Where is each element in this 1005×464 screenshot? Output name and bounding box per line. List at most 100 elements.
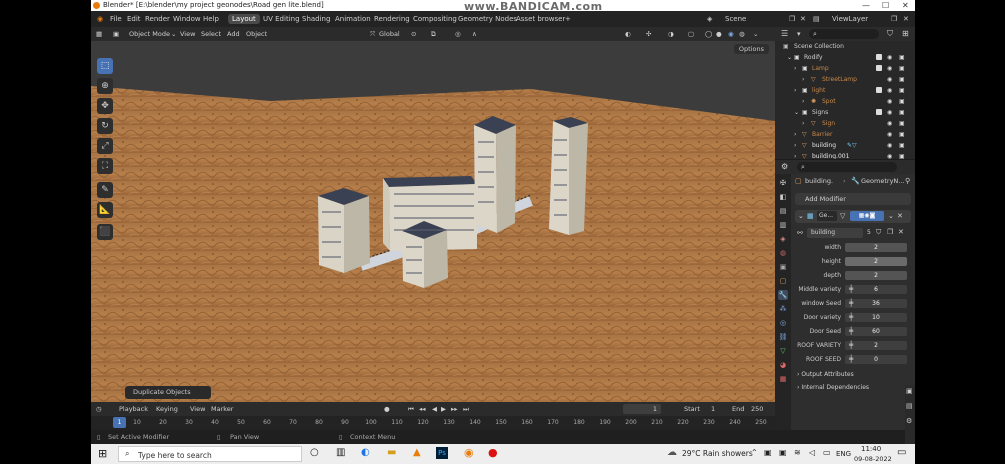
tray-app-icon[interactable]: ▣ — [764, 448, 772, 457]
scene-selector[interactable]: Scene — [725, 15, 746, 23]
prev-key-icon[interactable]: ◂◂ — [419, 405, 426, 413]
chevron-down-icon[interactable]: ⌄ — [787, 52, 792, 63]
menu-object[interactable]: Object — [246, 30, 267, 38]
next-key-icon[interactable]: ▸▸ — [451, 405, 458, 413]
jump-end-icon[interactable]: ⏭ — [463, 405, 469, 414]
prop-value-field[interactable]: 2 — [845, 257, 907, 266]
move-tool-icon[interactable]: ✥ — [97, 98, 113, 114]
options-button[interactable]: Options — [733, 44, 769, 54]
add-cube-tool-icon[interactable]: ⬛ — [97, 224, 113, 240]
transform-orientation-dropdown[interactable]: Global — [379, 30, 400, 38]
eye-icon[interactable]: ◉ — [887, 96, 892, 107]
falloff-icon[interactable]: ∧ — [472, 30, 477, 38]
prop-value-field[interactable]: 0 — [845, 355, 907, 364]
battery-icon[interactable]: ▭ — [823, 448, 831, 457]
camera-icon[interactable]: ▣ — [899, 85, 905, 96]
wireframe-shading-icon[interactable]: ◯ — [705, 30, 712, 38]
add-workspace-button[interactable]: + — [565, 15, 571, 23]
node-group-field[interactable]: building — [807, 228, 863, 238]
solid-shading-icon[interactable]: ● — [716, 30, 722, 38]
pivot-icon[interactable]: ⊙ — [411, 30, 416, 38]
include-checkbox[interactable] — [876, 109, 882, 115]
copy-scene-icon[interactable]: ❐ — [789, 15, 795, 23]
data-tab-icon[interactable]: ▽ — [778, 346, 788, 356]
visibility-icon[interactable]: ◐ — [625, 30, 631, 38]
new-collection-icon[interactable]: ⊞ — [902, 29, 909, 38]
wifi-icon[interactable]: ≋ — [794, 448, 801, 457]
material-shading-icon[interactable]: ◉ — [728, 30, 734, 38]
menu-view[interactable]: View — [180, 30, 195, 38]
play-icon[interactable]: ▶ — [441, 405, 446, 413]
menu-select[interactable]: Select — [201, 30, 221, 38]
overlay-icon[interactable]: ◑ — [668, 30, 674, 38]
current-frame-field[interactable]: 1 — [623, 404, 661, 414]
chevron-right-icon[interactable]: › — [802, 96, 804, 107]
outliner-row[interactable]: › ▽ Sign ◉ ▣ — [775, 118, 915, 129]
modifier-name-field[interactable]: Ge... — [817, 211, 837, 221]
volume-icon[interactable]: ◁ — [809, 448, 815, 457]
outliner-row[interactable]: ▣ Scene Collection — [775, 41, 915, 52]
delete-scene-icon[interactable]: ✕ — [800, 15, 806, 23]
editor-type-icon[interactable]: ▦ — [96, 30, 102, 38]
tab-geometry-nodes[interactable]: Geometry Nodes — [458, 15, 517, 23]
include-checkbox[interactable] — [876, 65, 882, 71]
cursor-tool-icon[interactable]: ⊕ — [97, 78, 113, 94]
measure-tool-icon[interactable]: 📐 — [97, 202, 113, 218]
properties-editor-icon[interactable]: ⚙ — [781, 162, 788, 171]
eye-icon[interactable]: ◉ — [887, 129, 892, 140]
task-view-icon[interactable]: ○ — [310, 447, 319, 458]
camera-icon[interactable]: ▣ — [899, 52, 905, 63]
tab-rendering[interactable]: Rendering — [374, 15, 410, 23]
menu-marker[interactable]: Marker — [211, 405, 233, 413]
prop-value-field[interactable]: 10 — [845, 313, 907, 322]
outliner-row[interactable]: › ▽ building.001 ◉ ▣ — [775, 151, 915, 159]
copy-viewlayer-icon[interactable]: ❐ — [891, 15, 897, 23]
edit-mode-icon[interactable]: ▽ — [840, 212, 845, 220]
world-tab-icon[interactable]: ◍ — [778, 248, 788, 258]
prop-value-field[interactable]: 36 — [845, 299, 907, 308]
tab-shading[interactable]: Shading — [302, 15, 330, 23]
chevron-down-icon[interactable]: ⌄ — [794, 107, 799, 118]
filter-icon[interactable]: ⛉ — [887, 29, 893, 39]
eye-icon[interactable]: ◉ — [887, 63, 892, 74]
maximize-icon[interactable]: ☐ — [882, 0, 889, 11]
menu-playback[interactable]: Playback — [119, 405, 148, 413]
mode-dropdown[interactable]: Object Mode — [129, 30, 170, 38]
material-tab-icon[interactable]: ◕ — [778, 360, 788, 370]
pin-icon[interactable]: ⚲ — [905, 177, 910, 185]
menu-keying[interactable]: Keying — [156, 405, 178, 413]
play-reverse-icon[interactable]: ◀ — [432, 405, 437, 413]
add-modifier-dropdown[interactable]: Add Modifier — [795, 193, 911, 205]
menu-render[interactable]: Render — [145, 15, 170, 23]
gear-icon[interactable]: ⚙ — [906, 417, 912, 425]
tab-compositing[interactable]: Compositing — [413, 15, 457, 23]
display-toggles-icon[interactable]: ▦◉◙ — [850, 211, 884, 221]
breadcrumb-object[interactable]: building. — [805, 177, 833, 185]
render-tab-icon[interactable]: ◧ — [778, 192, 788, 202]
fake-user-icon[interactable]: ⛉ — [876, 228, 881, 237]
unlink-icon[interactable]: ✕ — [898, 228, 904, 236]
physics-tab-icon[interactable]: ◎ — [778, 318, 788, 328]
outliner-row[interactable]: › ▣ light ◉ ▣ — [775, 85, 915, 96]
outliner-row[interactable]: › ▽ StreetLamp ◉ ▣ — [775, 74, 915, 85]
tray-chevron-icon[interactable]: ⌃ — [751, 448, 758, 457]
outliner-row[interactable]: › ▣ Lamp ◉ ▣ — [775, 63, 915, 74]
outliner-search-input[interactable]: ⌕ — [809, 29, 879, 39]
annotate-tool-icon[interactable]: ✎ — [97, 182, 113, 198]
transform-tool-icon[interactable]: ⛶ — [97, 158, 113, 174]
camera-icon[interactable]: ▣ — [899, 118, 905, 129]
menu-file[interactable]: File — [110, 15, 122, 23]
eye-icon[interactable]: ◉ — [887, 52, 892, 63]
display-mode-icon[interactable]: ▾ — [797, 30, 801, 38]
eye-icon[interactable]: ◉ — [887, 118, 892, 129]
close-icon[interactable]: ✕ — [897, 212, 903, 220]
photoshop-icon[interactable]: Ps — [436, 447, 448, 459]
constraints-tab-icon[interactable]: ⛓ — [778, 332, 788, 342]
prop-value-field[interactable]: 60 — [845, 327, 907, 336]
include-checkbox[interactable] — [876, 54, 882, 60]
tab-asset-browser[interactable]: Asset browser — [516, 15, 565, 23]
menu-add[interactable]: Add — [227, 30, 240, 38]
clock-date[interactable]: 09-08-2022 — [854, 455, 892, 463]
texture-tab-icon[interactable]: ▦ — [778, 374, 788, 384]
output-attributes-panel[interactable]: › Output Attributes — [797, 371, 854, 378]
